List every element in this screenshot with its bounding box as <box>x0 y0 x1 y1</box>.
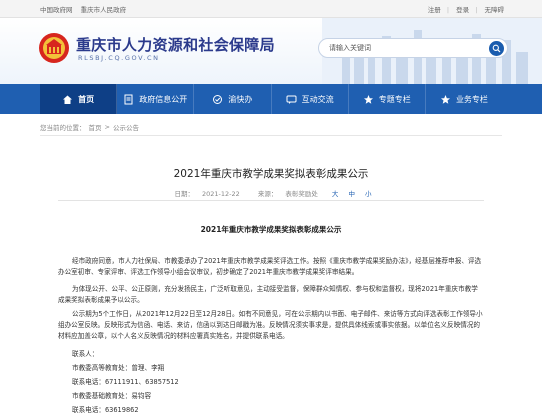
nav-label: 专题专栏 <box>378 94 411 104</box>
search-icon <box>492 44 501 53</box>
register-link[interactable]: 注册 <box>428 6 441 14</box>
nav-business[interactable]: 业务专栏 <box>426 84 502 114</box>
top-utility-bar: 中国政府网 重庆市人民政府 注册 | 登录 | 无障碍 <box>0 0 542 18</box>
breadcrumb-current[interactable]: 公示公告 <box>113 122 139 132</box>
paragraph-3: 公示期为5个工作日，从2021年12月22日至12月28日。如有不同意见，可在公… <box>58 310 483 340</box>
login-link[interactable]: 登录 <box>456 6 469 14</box>
nav-label: 渝快办 <box>228 94 253 104</box>
document-heading: 2021年重庆市教学成果奖拟表彰成果公示 <box>200 225 342 234</box>
main-nav: 首页 政府信息公开 渝快办 互动交流 专题专栏 业务专栏 <box>0 84 542 114</box>
search-button[interactable] <box>489 41 504 56</box>
nav-label: 政府信息公开 <box>139 94 188 104</box>
nav-label: 首页 <box>78 94 95 104</box>
accessibility-link[interactable]: 无障碍 <box>485 6 505 14</box>
contact-line: 市教委高等教育处：曾理、李翔 <box>72 364 165 372</box>
chat-icon <box>286 95 297 104</box>
contact-line: 联系电话：67111911、63857512 <box>72 378 179 386</box>
breadcrumb-prefix: 您当前的位置： <box>40 123 86 132</box>
breadcrumb: 您当前的位置： 首页 > 公示公告 <box>40 118 502 136</box>
article-date: 日期： 2021-12-22 <box>170 190 243 198</box>
business-icon <box>440 94 450 104</box>
service-icon <box>213 94 223 104</box>
account-links: 注册 | 登录 | 无障碍 <box>423 4 504 14</box>
font-size-large-button[interactable]: 大 <box>332 190 339 198</box>
date-label: 日期： <box>174 190 194 198</box>
document-icon <box>124 94 133 104</box>
nav-label: 互动交流 <box>301 94 334 104</box>
date-value: 2021-12-22 <box>201 190 240 198</box>
breadcrumb-home[interactable]: 首页 <box>89 122 102 132</box>
divider: | <box>475 6 478 14</box>
nav-label: 业务专栏 <box>455 94 488 104</box>
nav-yukuaiban[interactable]: 渝快办 <box>194 84 272 114</box>
divider <box>58 200 484 201</box>
site-header: 重庆市人力资源和社会保障局 RLSBJ.CQ.GOV.CN 请输入关键词 <box>0 18 542 84</box>
paragraph-2: 为体现公开、公平、公正原则，充分发扬民主，广泛听取意见，主动接受监督，保障群众知… <box>58 285 478 304</box>
nav-interaction[interactable]: 互动交流 <box>272 84 349 114</box>
font-size-small-button[interactable]: 小 <box>365 190 372 198</box>
divider: | <box>446 6 450 14</box>
article-meta: 日期： 2021-12-22 来源： 表彰奖励处 大 中 小 <box>0 188 542 198</box>
nav-gov-info[interactable]: 政府信息公开 <box>117 84 195 114</box>
nav-home[interactable]: 首页 <box>40 84 118 114</box>
article-source: 来源： 表彰奖励处 <box>254 190 322 198</box>
font-size-medium-button[interactable]: 中 <box>348 190 355 198</box>
topic-icon <box>363 94 373 104</box>
breadcrumb-separator: > <box>104 122 110 131</box>
contact-label: 联系人： <box>72 350 99 358</box>
nav-topics[interactable]: 专题专栏 <box>349 84 426 114</box>
paragraph-1: 经市政府同意，市人力社保局、市教委承办了2021年重庆市教学成果奖评选工作。按照… <box>58 257 482 276</box>
site-title[interactable]: 重庆市人力资源和社会保障局 <box>76 34 275 55</box>
search-box[interactable]: 请输入关键词 <box>318 38 508 58</box>
home-icon <box>63 95 73 104</box>
site-url: RLSBJ.CQ.GOV.CN <box>78 54 160 62</box>
contact-line: 市教委基础教育处：易钧容 <box>72 392 152 400</box>
contact-line: 联系电话：63619862 <box>72 406 139 414</box>
cq-gov-link[interactable]: 重庆市人民政府 <box>81 6 127 14</box>
top-links: 中国政府网 重庆市人民政府 <box>40 4 132 14</box>
gov-cn-link[interactable]: 中国政府网 <box>40 6 73 14</box>
emblem-logo-icon <box>39 33 69 63</box>
article-title: 2021年重庆市教学成果奖拟表彰成果公示 <box>173 168 369 180</box>
source-label: 来源： <box>257 190 278 198</box>
source-value: 表彰奖励处 <box>285 190 318 198</box>
search-placeholder: 请输入关键词 <box>329 44 371 52</box>
